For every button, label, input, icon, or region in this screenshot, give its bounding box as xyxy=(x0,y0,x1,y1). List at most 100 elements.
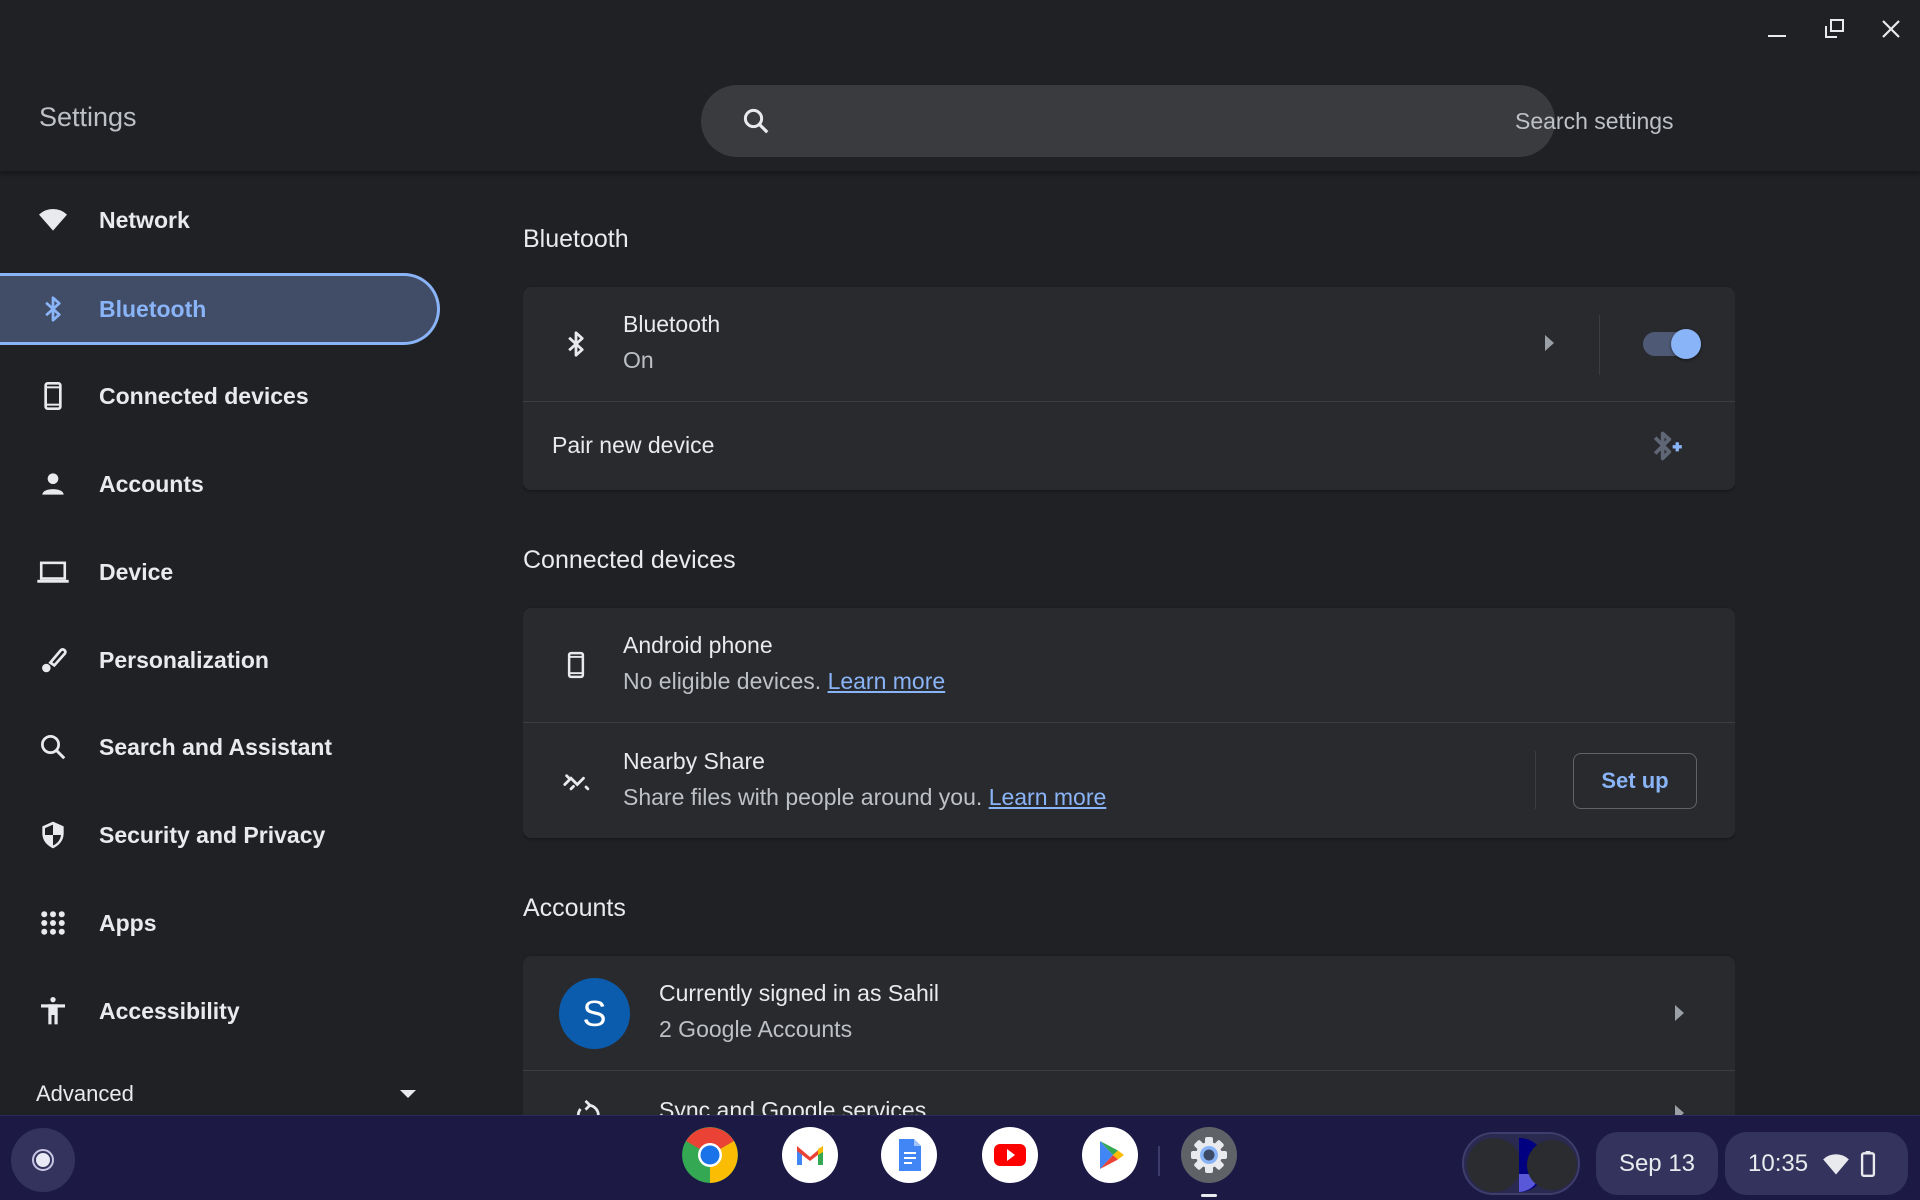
date-label: Sep 13 xyxy=(1618,1149,1696,1177)
google-accounts-count: 2 Google Accounts xyxy=(659,1016,853,1042)
sidebar-item-apps[interactable]: Apps xyxy=(0,887,440,959)
bluetooth-status: On xyxy=(623,347,654,373)
sidebar-item-device[interactable]: Device xyxy=(0,536,440,608)
bluetooth-icon xyxy=(36,292,70,326)
bluetooth-main-row[interactable]: Bluetooth On xyxy=(523,287,1735,401)
search-icon xyxy=(36,730,70,764)
sidebar-item-security-and-privacy[interactable]: Security and Privacy xyxy=(0,799,440,871)
sidebar-item-label: Device xyxy=(99,558,174,585)
play-store-icon xyxy=(1100,1141,1124,1169)
wifi-status-icon xyxy=(1823,1153,1849,1174)
android-phone-status: No eligible devices. xyxy=(623,668,822,694)
nearby-share-icon xyxy=(559,765,593,799)
sidebar-item-network[interactable]: Network xyxy=(0,184,440,256)
learn-more-link[interactable]: Learn more xyxy=(989,784,1107,810)
sidebar-item-label: Network xyxy=(99,206,190,233)
sync-title: Sync and Google services xyxy=(659,1097,927,1115)
caret-down-icon xyxy=(400,1090,416,1098)
section-title-bluetooth: Bluetooth xyxy=(523,225,629,253)
shelf: Sep 13 10:35 xyxy=(0,1115,1920,1200)
sidebar-item-search-and-assistant[interactable]: Search and Assistant xyxy=(0,711,440,783)
pair-new-device-label: Pair new device xyxy=(552,432,715,458)
toggle-knob xyxy=(1671,329,1701,359)
sidebar-item-accessibility[interactable]: Accessibility xyxy=(0,975,440,1047)
connected-devices-card: Android phone No eligible devices. Learn… xyxy=(523,608,1735,838)
sidebar-item-label: Bluetooth xyxy=(99,295,207,322)
avatar: S xyxy=(559,978,630,1049)
android-phone-row[interactable]: Android phone No eligible devices. Learn… xyxy=(523,608,1735,722)
sidebar-item-connected-devices[interactable]: Connected devices xyxy=(0,360,440,432)
shelf-app-gmail[interactable] xyxy=(782,1127,838,1183)
nearby-share-desc: Share files with people around you. xyxy=(623,784,983,810)
brush-icon xyxy=(36,643,70,677)
shelf-app-play-store[interactable] xyxy=(1082,1127,1138,1183)
person-icon xyxy=(36,467,70,501)
date-tray-button[interactable]: Sep 13 xyxy=(1596,1132,1718,1195)
shelf-divider xyxy=(1158,1146,1160,1176)
close-button[interactable] xyxy=(1871,12,1911,46)
shelf-app-youtube[interactable] xyxy=(982,1127,1038,1183)
chrome-icon xyxy=(682,1127,738,1183)
bluetooth-row-title: Bluetooth xyxy=(623,311,721,337)
signed-in-title: Currently signed in as Sahil xyxy=(659,980,939,1006)
bluetooth-toggle[interactable] xyxy=(1643,329,1701,359)
bluetooth-icon xyxy=(559,327,593,361)
laptop-icon xyxy=(36,555,70,589)
nearby-share-subtitle: Share files with people around you. Lear… xyxy=(623,784,1106,811)
advanced-toggle[interactable]: Advanced xyxy=(36,1076,416,1112)
sync-row[interactable]: Sync and Google services xyxy=(523,1070,1735,1115)
tote-holding-space[interactable] xyxy=(1462,1132,1580,1195)
search-bar[interactable] xyxy=(701,85,1920,157)
settings-gear-icon xyxy=(1191,1137,1227,1173)
launcher-dot-icon xyxy=(36,1153,50,1167)
header: Settings xyxy=(0,0,1920,172)
running-indicator xyxy=(1201,1194,1217,1197)
restore-button[interactable] xyxy=(1814,12,1854,46)
status-tray-button[interactable]: 10:35 xyxy=(1725,1132,1908,1195)
section-title-connected-devices: Connected devices xyxy=(523,546,736,574)
divider xyxy=(1599,315,1600,375)
accessibility-icon xyxy=(36,994,70,1028)
chevron-right-icon[interactable] xyxy=(1675,1005,1684,1021)
nearby-share-setup-button[interactable]: Set up xyxy=(1573,753,1697,809)
nearby-share-row[interactable]: Nearby Share Share files with people aro… xyxy=(523,722,1735,838)
sidebar-item-label: Apps xyxy=(99,909,157,936)
sidebar-item-personalization[interactable]: Personalization xyxy=(0,624,440,696)
sidebar-item-label: Accounts xyxy=(99,470,204,497)
gmail-icon xyxy=(797,1146,823,1165)
wifi-icon xyxy=(36,203,70,237)
divider xyxy=(1535,751,1536,809)
sidebar-item-label: Security and Privacy xyxy=(99,821,326,848)
shelf-app-settings[interactable] xyxy=(1181,1127,1237,1183)
accounts-card: S Currently signed in as Sahil 2 Google … xyxy=(523,956,1735,1115)
minimize-icon xyxy=(1768,35,1786,37)
bluetooth-add-icon[interactable] xyxy=(1646,426,1686,471)
learn-more-link[interactable]: Learn more xyxy=(828,668,946,694)
minimize-button[interactable] xyxy=(1757,12,1797,46)
sidebar-item-label: Search and Assistant xyxy=(99,733,333,760)
phone-icon xyxy=(559,648,593,682)
signed-in-row[interactable]: S Currently signed in as Sahil 2 Google … xyxy=(523,956,1735,1070)
docs-icon xyxy=(899,1139,921,1171)
chevron-right-icon[interactable] xyxy=(1545,335,1554,351)
chevron-right-icon[interactable] xyxy=(1675,1105,1684,1115)
sidebar-item-label: Personalization xyxy=(99,646,269,673)
bluetooth-card: Bluetooth On Pair new device xyxy=(523,287,1735,490)
sidebar-nav: Network Bluetooth Connected devices Acco… xyxy=(0,172,460,1115)
launcher-button[interactable] xyxy=(11,1128,75,1192)
youtube-icon xyxy=(994,1144,1026,1166)
sidebar-item-bluetooth[interactable]: Bluetooth xyxy=(0,273,440,345)
pair-new-device-row[interactable]: Pair new device xyxy=(523,401,1735,490)
sidebar-item-accounts[interactable]: Accounts xyxy=(0,448,440,520)
sidebar-item-label: Connected devices xyxy=(99,382,309,409)
android-phone-subtitle: No eligible devices. Learn more xyxy=(623,668,945,695)
search-input[interactable] xyxy=(1515,99,1920,143)
phone-icon xyxy=(36,379,70,413)
time-label: 10:35 xyxy=(1748,1149,1809,1177)
main-content: Bluetooth Bluetooth On Pair new device C… xyxy=(523,172,1735,1115)
battery-icon xyxy=(1860,1150,1876,1177)
section-title-accounts: Accounts xyxy=(523,894,626,922)
close-icon xyxy=(1882,20,1900,38)
shelf-app-docs[interactable] xyxy=(881,1127,937,1183)
shelf-app-chrome[interactable] xyxy=(682,1127,738,1183)
